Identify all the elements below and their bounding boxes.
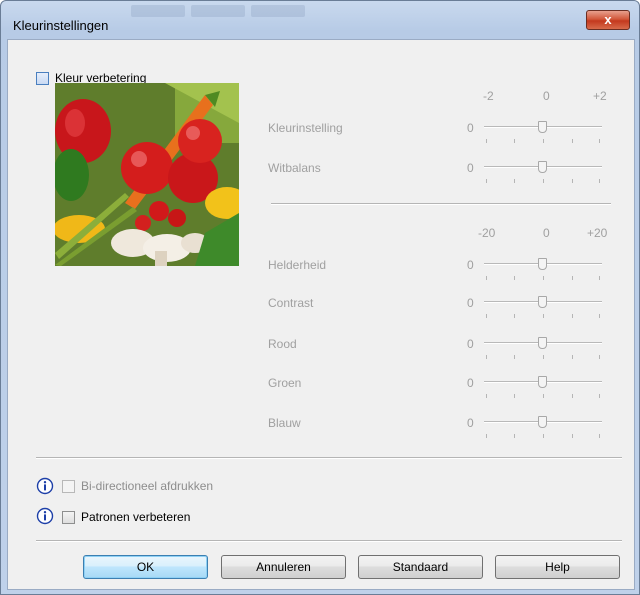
slider-blue[interactable] bbox=[484, 416, 602, 430]
slider-thumb-brightness[interactable] bbox=[538, 258, 547, 270]
cancel-button[interactable]: Annuleren bbox=[221, 555, 346, 579]
slider-green[interactable] bbox=[484, 376, 602, 390]
slider-red[interactable] bbox=[484, 337, 602, 351]
slider-thumb-contrast[interactable] bbox=[538, 296, 547, 308]
bottom-scale-mid: 0 bbox=[543, 226, 550, 240]
bidirectional-print-label: Bi-directioneel afdrukken bbox=[81, 479, 214, 493]
slider-contrast[interactable] bbox=[484, 296, 602, 310]
bidirectional-print-checkbox-box[interactable] bbox=[62, 479, 75, 493]
background-tabs bbox=[131, 5, 305, 21]
buttons-separator bbox=[36, 540, 622, 542]
default-button[interactable]: Standaard bbox=[358, 555, 483, 579]
close-button[interactable]: x bbox=[586, 10, 630, 30]
improve-pattern-label: Patronen verbeteren bbox=[81, 510, 191, 524]
slider-thumb-color-adjust[interactable] bbox=[538, 121, 547, 133]
slider-white-balance[interactable] bbox=[484, 161, 602, 175]
bottom-scale-min: -20 bbox=[478, 226, 496, 240]
slider-value-green: 0 bbox=[467, 376, 474, 390]
bidirectional-print-checkbox[interactable]: Bi-directioneel afdrukken bbox=[62, 479, 213, 493]
slider-thumb-white-balance[interactable] bbox=[538, 161, 547, 173]
slider-label-contrast: Contrast bbox=[268, 296, 314, 310]
info-icon[interactable] bbox=[36, 477, 54, 495]
slider-ticks bbox=[486, 314, 600, 318]
slider-brightness[interactable] bbox=[484, 258, 602, 272]
color-enhance-checkbox-box[interactable] bbox=[36, 71, 49, 85]
top-scale-max: +2 bbox=[593, 89, 607, 103]
info-icon[interactable] bbox=[36, 507, 54, 525]
help-button[interactable]: Help bbox=[495, 555, 620, 579]
slider-value-contrast: 0 bbox=[467, 296, 474, 310]
vegetables-preview-image bbox=[55, 83, 239, 266]
section-separator bbox=[271, 203, 611, 205]
options-separator bbox=[36, 457, 622, 459]
slider-label-white-balance: Witbalans bbox=[268, 161, 321, 175]
slider-thumb-green[interactable] bbox=[538, 376, 547, 388]
slider-ticks bbox=[486, 276, 600, 280]
improve-pattern-checkbox-box[interactable] bbox=[62, 510, 75, 524]
slider-value-blue: 0 bbox=[467, 416, 474, 430]
slider-ticks bbox=[486, 434, 600, 438]
slider-thumb-red[interactable] bbox=[538, 337, 547, 349]
slider-value-red: 0 bbox=[467, 337, 474, 351]
close-icon: x bbox=[604, 12, 612, 27]
slider-thumb-blue[interactable] bbox=[538, 416, 547, 428]
window-title: Kleurinstellingen bbox=[13, 18, 109, 33]
slider-value-brightness: 0 bbox=[467, 258, 474, 272]
vegetables-illustration bbox=[55, 83, 239, 266]
slider-ticks bbox=[486, 394, 600, 398]
slider-ticks bbox=[486, 355, 600, 359]
slider-label-red: Rood bbox=[268, 337, 297, 351]
ok-button[interactable]: OK bbox=[83, 555, 208, 579]
slider-value-color-adjust: 0 bbox=[467, 121, 474, 135]
slider-label-green: Groen bbox=[268, 376, 302, 390]
slider-label-brightness: Helderheid bbox=[268, 258, 327, 272]
slider-label-blue: Blauw bbox=[268, 416, 301, 430]
top-scale-min: -2 bbox=[483, 89, 494, 103]
top-scale-mid: 0 bbox=[543, 89, 550, 103]
improve-pattern-checkbox[interactable]: Patronen verbeteren bbox=[62, 510, 190, 524]
bottom-scale-max: +20 bbox=[587, 226, 608, 240]
slider-label-color-adjust: Kleurinstelling bbox=[268, 121, 343, 135]
slider-value-white-balance: 0 bbox=[467, 161, 474, 175]
title-bar[interactable]: Kleurinstellingen x bbox=[1, 1, 640, 39]
slider-ticks bbox=[486, 139, 600, 143]
slider-color-adjust[interactable] bbox=[484, 121, 602, 135]
slider-ticks bbox=[486, 179, 600, 183]
